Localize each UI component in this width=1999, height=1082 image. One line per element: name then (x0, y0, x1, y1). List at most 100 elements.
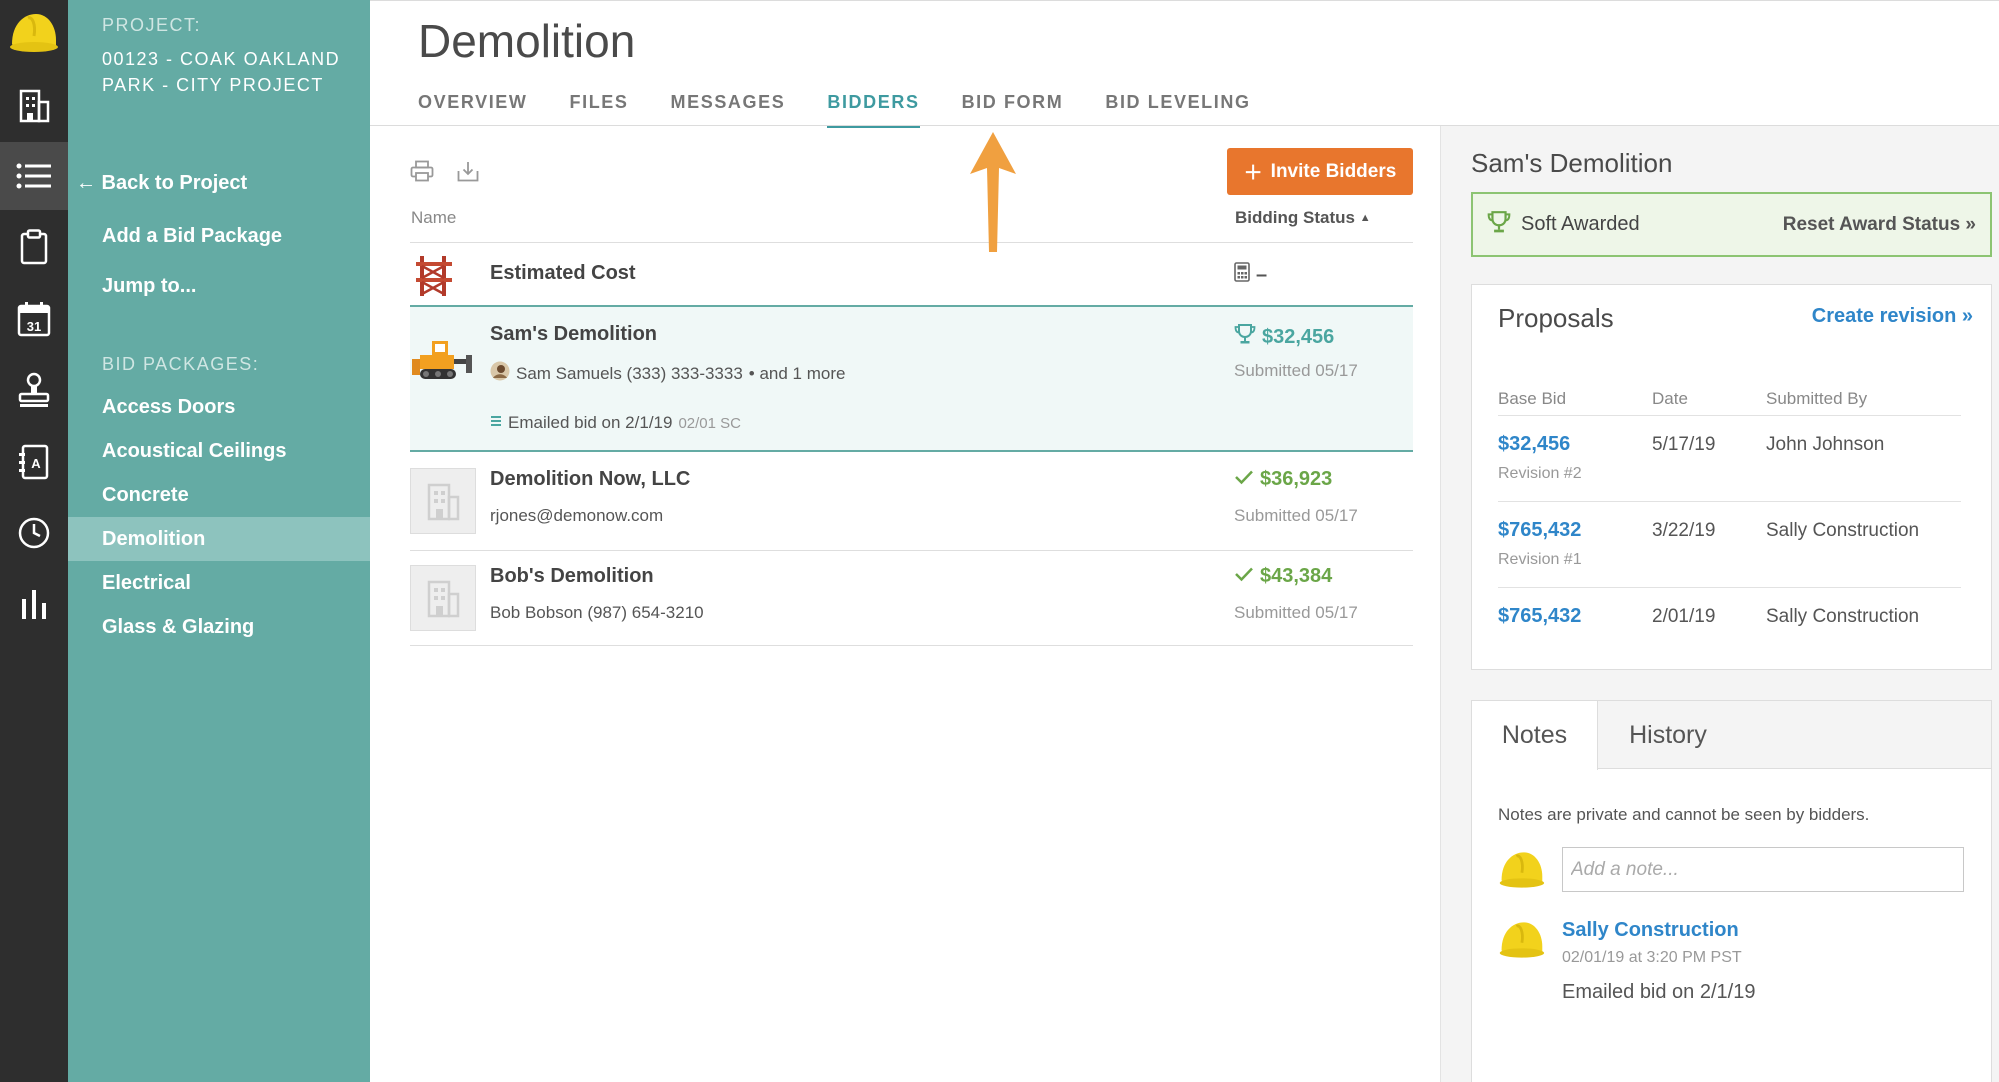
bid-amount-value: $32,456 (1262, 325, 1335, 348)
bid-amount[interactable]: $43,384 (1234, 565, 1332, 588)
note-lines-icon (490, 413, 502, 433)
trophy-icon (1234, 323, 1256, 351)
hardhat-logo-icon[interactable] (6, 6, 60, 60)
bidders-panel: ＋ Invite Bidders Name Bidding Status ▲ E… (370, 126, 1440, 1082)
bid-amount[interactable]: $36,923 (1234, 468, 1332, 491)
proposal-bid-link[interactable]: $32,456 (1498, 433, 1570, 456)
estimated-cost-value[interactable]: – (1234, 262, 1267, 288)
row-divider (410, 645, 1413, 646)
proposal-submitted-by: Sally Construction (1766, 606, 1920, 627)
column-header-bidding-status[interactable]: Bidding Status ▲ (1235, 208, 1371, 228)
tab-files[interactable]: FILES (570, 92, 629, 126)
tab-bidders[interactable]: BIDDERS (827, 92, 920, 128)
stamp-icon[interactable] (0, 356, 68, 424)
tab-notes[interactable]: Notes (1472, 701, 1598, 770)
proposals-header-divider (1498, 415, 1961, 416)
proposals-card: Proposals Create revision » Base Bid Dat… (1471, 284, 1992, 670)
bid-amount[interactable]: $32,456 (1234, 323, 1334, 351)
estimated-cost-dash: – (1256, 263, 1268, 286)
tab-overview[interactable]: OVERVIEW (418, 92, 528, 126)
tab-bid-form[interactable]: BID FORM (962, 92, 1064, 126)
calculator-icon (1234, 262, 1250, 288)
note-timestamp: 02/01/19 at 3:20 PM PST (1562, 949, 1742, 966)
bidder-name[interactable]: Sam's Demolition (490, 323, 657, 346)
sidebar: PROJECT: 00123 - COAK Oakland Park - Cit… (68, 0, 370, 1082)
column-header-submitted-by: Submitted By (1766, 389, 1868, 408)
proposal-revision: Revision #1 (1498, 551, 1582, 568)
detail-title: Sam's Demolition (1471, 148, 1673, 178)
tab-bid-leveling[interactable]: BID LEVELING (1105, 92, 1250, 126)
invite-bidders-label: Invite Bidders (1270, 160, 1397, 182)
annotation-arrow-icon (970, 132, 1016, 252)
icon-rail: 31 A (0, 0, 68, 1082)
tab-history[interactable]: History (1598, 701, 1738, 770)
bidder-row-bobs-demolition[interactable]: Bob's Demolition Bob Bobson (987) 654-32… (410, 551, 1413, 645)
award-status-label: Soft Awarded (1521, 213, 1640, 235)
bidder-name[interactable]: Demolition Now, LLC (490, 468, 690, 491)
add-bid-package-link[interactable]: Add a Bid Package (102, 225, 282, 248)
checkmark-icon (1234, 565, 1254, 588)
proposal-submitted-by: Sally Construction (1766, 520, 1920, 541)
award-status-bar: Soft Awarded Reset Award Status » (1471, 192, 1992, 257)
proposal-bid-link[interactable]: $765,432 (1498, 519, 1581, 542)
building-icon[interactable] (0, 72, 68, 140)
contact-extra[interactable]: • and 1 more (749, 364, 846, 384)
note-text: Emailed bid on 2/1/19 (508, 413, 673, 432)
scaffold-icon (410, 250, 460, 300)
estimated-cost-row: Estimated Cost – (410, 243, 1413, 305)
download-icon[interactable] (457, 160, 479, 187)
sidebar-item-acoustical-ceilings[interactable]: Acoustical Ceilings (68, 429, 370, 473)
tab-messages[interactable]: MESSAGES (671, 92, 786, 126)
proposal-date: 2/01/19 (1652, 606, 1716, 627)
printer-icon[interactable] (410, 160, 434, 187)
column-header-name[interactable]: Name (411, 208, 456, 228)
proposal-date: 5/17/19 (1652, 434, 1716, 455)
note-body: Emailed bid on 2/1/19 (1562, 981, 1756, 1003)
column-header-base-bid: Base Bid (1498, 389, 1567, 408)
clock-icon[interactable] (0, 499, 68, 567)
bar-chart-icon[interactable] (0, 570, 68, 638)
add-note-input[interactable] (1562, 847, 1964, 892)
back-to-project-link[interactable]: ← Back to Project (76, 172, 247, 195)
bidder-detail-panel: Sam's Demolition Soft Awarded Reset Awar… (1440, 126, 1999, 1082)
sort-ascending-icon: ▲ (1359, 212, 1371, 224)
user-avatar-hardhat-icon (1496, 845, 1546, 895)
bid-amount-value: $43,384 (1260, 565, 1333, 587)
clipboard-icon[interactable] (0, 213, 68, 281)
bid-packages-label: BID PACKAGES: (102, 354, 260, 374)
proposal-row-divider (1498, 587, 1961, 588)
bidder-name[interactable]: Bob's Demolition (490, 565, 654, 588)
checkmark-icon (1234, 468, 1254, 491)
reset-award-status-link[interactable]: Reset Award Status » (1783, 214, 1976, 236)
bidder-row-sams-demolition[interactable]: Sam's Demolition Sam Samuels (333) 333-3… (410, 305, 1413, 452)
project-label: PROJECT: (102, 15, 202, 35)
company-building-icon (410, 468, 476, 534)
notes-privacy-text: Notes are private and cannot be seen by … (1498, 805, 1870, 824)
sidebar-item-electrical[interactable]: Electrical (68, 561, 370, 605)
calendar-icon[interactable]: 31 (0, 285, 68, 353)
submitted-date: Submitted 05/17 (1234, 603, 1358, 622)
award-status: Soft Awarded (1487, 210, 1640, 240)
plus-icon: ＋ (1243, 163, 1263, 184)
company-building-icon (410, 565, 476, 631)
svg-text:31: 31 (27, 319, 41, 334)
proposals-title: Proposals (1498, 303, 1614, 333)
create-revision-link[interactable]: Create revision » (1812, 305, 1973, 328)
invite-bidders-button[interactable]: ＋ Invite Bidders (1227, 148, 1413, 195)
proposal-bid-link[interactable]: $765,432 (1498, 605, 1581, 628)
note-author-link[interactable]: Sally Construction (1562, 919, 1739, 942)
sidebar-item-glass-glazing[interactable]: Glass & Glazing (68, 605, 370, 649)
jump-to-link[interactable]: Jump to... (102, 275, 196, 298)
notes-card: Notes History Notes are private and cann… (1471, 700, 1992, 1082)
submitted-date: Submitted 05/17 (1234, 506, 1358, 525)
bidder-contact: rjones@demonow.com (490, 506, 664, 525)
estimated-cost-label: Estimated Cost (490, 262, 636, 284)
bidder-row-demolition-now[interactable]: Demolition Now, LLC rjones@demonow.com $… (410, 454, 1413, 548)
sidebar-item-demolition[interactable]: Demolition (68, 517, 370, 561)
sidebar-item-concrete[interactable]: Concrete (68, 473, 370, 517)
contacts-book-icon[interactable]: A (0, 428, 68, 496)
proposal-revision: Revision #2 (1498, 465, 1582, 482)
list-icon[interactable] (0, 142, 68, 210)
sidebar-item-access-doors[interactable]: Access Doors (68, 385, 370, 429)
bidder-contact: Sam Samuels (333) 333-3333 • and 1 more (490, 361, 845, 386)
